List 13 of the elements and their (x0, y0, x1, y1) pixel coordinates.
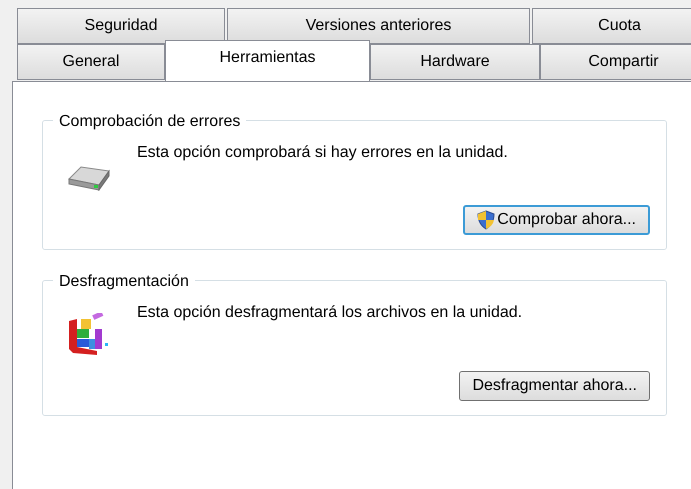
tab[interactable]: General (17, 44, 165, 80)
tab[interactable]: Compartir (540, 44, 691, 80)
tab[interactable]: Herramientas (165, 40, 370, 81)
defragment-now-button[interactable]: Desfragmentar ahora... (459, 371, 650, 401)
tab[interactable]: Cuota (532, 8, 691, 44)
description: Esta opción desfragmentará los archivos en la unidad. (137, 303, 524, 323)
defragment-icon (67, 313, 111, 357)
tab[interactable]: Hardware (370, 44, 540, 80)
shield-icon (477, 210, 496, 230)
tab[interactable]: Versiones anteriores (227, 8, 530, 44)
tab[interactable]: Seguridad (17, 8, 225, 44)
description: Esta opción comprobará si hay errores en la unidad. (137, 143, 509, 163)
check-now-button[interactable]: Comprobar ahora... (463, 205, 650, 235)
